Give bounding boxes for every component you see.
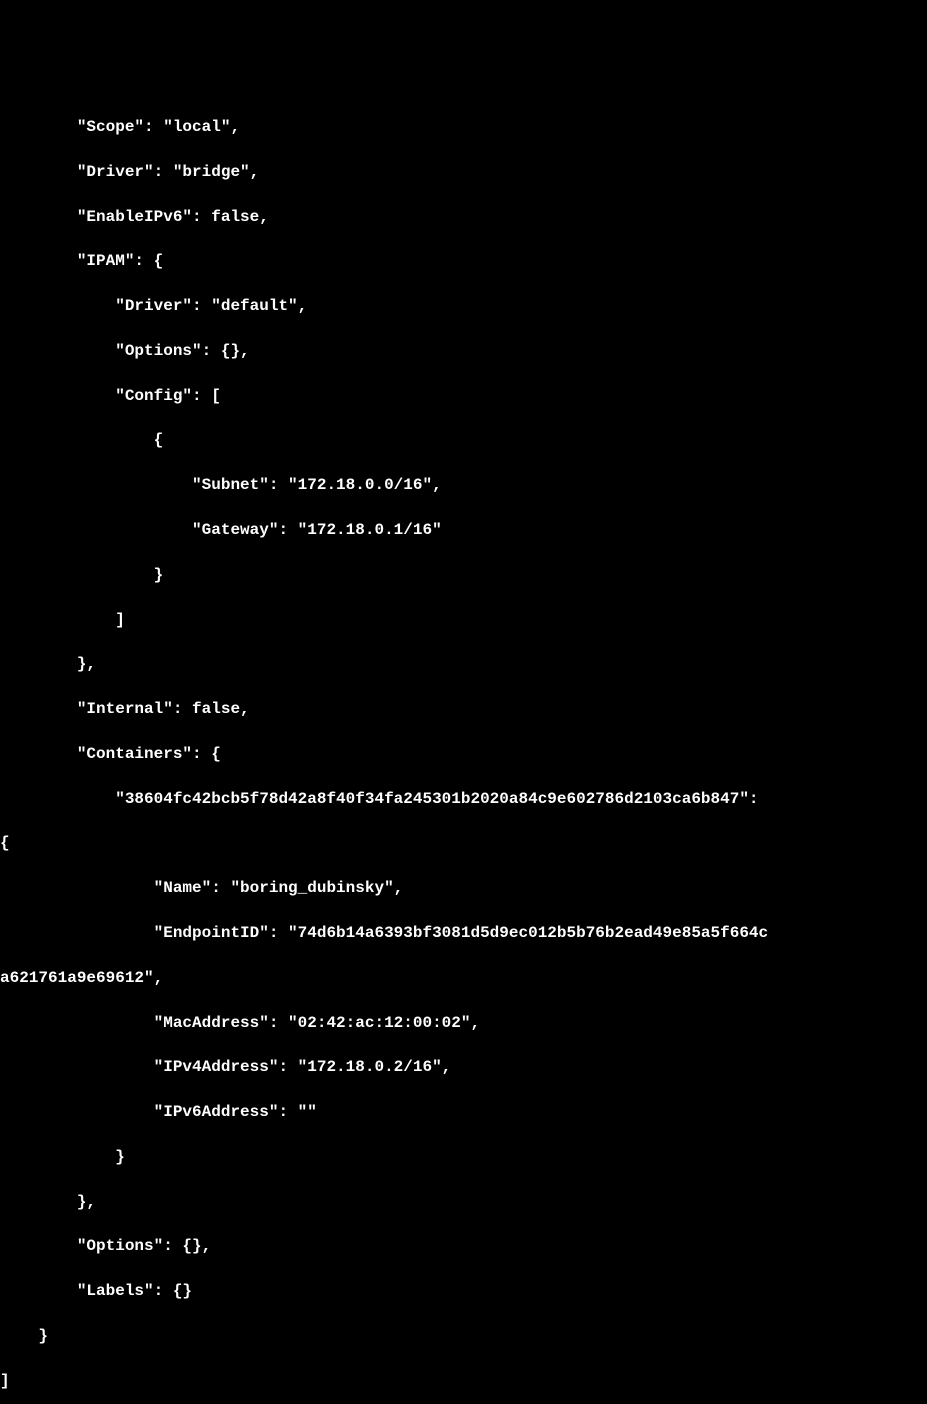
terminal-line: "Config": [ (0, 385, 927, 407)
terminal-line: ] (0, 1370, 927, 1392)
terminal-line: "Options": {}, (0, 340, 927, 362)
terminal-line: } (0, 1325, 927, 1347)
terminal-line: "Driver": "bridge", (0, 161, 927, 183)
terminal-line: "38604fc42bcb5f78d42a8f40f34fa245301b202… (0, 788, 927, 810)
terminal-line: "IPv6Address": "" (0, 1101, 927, 1123)
terminal-line: } (0, 1146, 927, 1168)
terminal-line: "Internal": false, (0, 698, 927, 720)
terminal-line: "IPv4Address": "172.18.0.2/16", (0, 1056, 927, 1078)
terminal-line: "Scope": "local", (0, 116, 927, 138)
terminal-line: { (0, 429, 927, 451)
terminal-line: "Labels": {} (0, 1280, 927, 1302)
terminal-line: "Gateway": "172.18.0.1/16" (0, 519, 927, 541)
terminal-line: "Containers": { (0, 743, 927, 765)
terminal-line: } (0, 564, 927, 586)
terminal-line: "IPAM": { (0, 250, 927, 272)
terminal-output: "Scope": "local", "Driver": "bridge", "E… (0, 94, 927, 1404)
terminal-line: "Driver": "default", (0, 295, 927, 317)
terminal-line: "Options": {}, (0, 1235, 927, 1257)
terminal-line: a621761a9e69612", (0, 967, 927, 989)
terminal-line: "Name": "boring_dubinsky", (0, 877, 927, 899)
terminal-line: }, (0, 653, 927, 675)
terminal-line: }, (0, 1191, 927, 1213)
terminal-line: "EndpointID": "74d6b14a6393bf3081d5d9ec0… (0, 922, 927, 944)
terminal-line: "Subnet": "172.18.0.0/16", (0, 474, 927, 496)
terminal-line: ] (0, 609, 927, 631)
terminal-line: "EnableIPv6": false, (0, 206, 927, 228)
terminal-line: "MacAddress": "02:42:ac:12:00:02", (0, 1012, 927, 1034)
terminal-line: { (0, 832, 927, 854)
